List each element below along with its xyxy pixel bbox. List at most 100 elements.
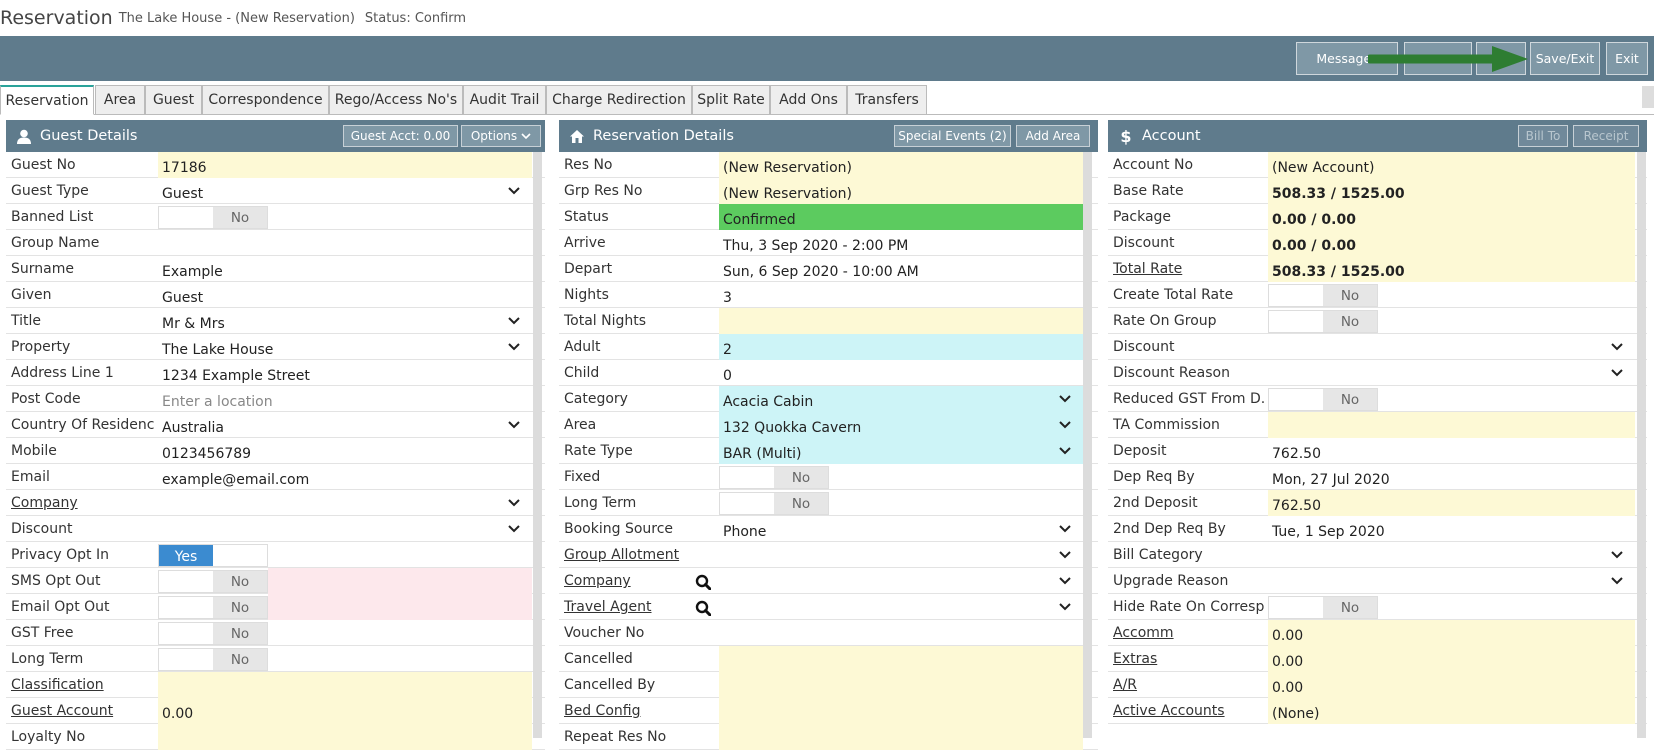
select-field[interactable]: BAR (Multi) (719, 438, 1083, 464)
toggle-on-side[interactable] (1269, 285, 1323, 306)
toggle-on-side[interactable] (159, 207, 213, 228)
input-field[interactable]: 0.00 (1268, 620, 1635, 646)
reservation-scrollbar[interactable] (1083, 152, 1092, 738)
field-label[interactable]: Total Rate (1108, 256, 1264, 282)
chevron-down-icon[interactable] (1059, 524, 1071, 534)
search-icon[interactable] (695, 574, 711, 590)
toggle-on-side[interactable] (159, 571, 213, 592)
toggle-on-side[interactable]: Yes (159, 545, 213, 566)
tab-area[interactable]: Area (95, 85, 145, 115)
chevron-down-icon[interactable] (508, 498, 520, 508)
toggle-off-side[interactable]: No (213, 571, 267, 592)
input-field[interactable]: 0.00 / 0.00 (1268, 230, 1635, 256)
chevron-down-icon[interactable] (1059, 576, 1071, 586)
field-label[interactable]: Guest Account (6, 698, 154, 724)
receipt-button[interactable]: Receipt (1573, 125, 1639, 147)
toggle-switch[interactable]: No (1268, 310, 1378, 333)
input-field[interactable]: 0.00 (158, 698, 532, 724)
input-field[interactable]: 2 (719, 334, 1083, 360)
toggle-off-side[interactable]: No (774, 467, 828, 488)
tab-add-ons[interactable]: Add Ons (770, 85, 847, 115)
input-field[interactable]: (New Reservation) (719, 152, 1083, 178)
input-field[interactable]: 508.33 / 1525.00 (1268, 256, 1635, 282)
chevron-down-icon[interactable] (508, 420, 520, 430)
tab-guest[interactable]: Guest (145, 85, 202, 115)
toggle-off-side[interactable]: No (213, 597, 267, 618)
select-field[interactable] (719, 568, 1083, 594)
input-field[interactable] (719, 646, 1083, 672)
toggle-switch[interactable]: Yes (158, 544, 268, 567)
toggle-off-side[interactable]: No (1323, 311, 1377, 332)
toggle-off-side[interactable]: No (1323, 285, 1377, 306)
input-field[interactable]: Tue, 1 Sep 2020 (1268, 516, 1635, 542)
toggle-off-side[interactable]: No (1323, 389, 1377, 410)
input-field[interactable]: Enter a location (158, 386, 532, 412)
input-field[interactable] (158, 672, 532, 698)
toggle-on-side[interactable] (720, 493, 774, 514)
select-field[interactable] (158, 516, 532, 542)
guest-scrollbar[interactable] (533, 152, 542, 738)
chevron-down-icon[interactable] (1611, 576, 1623, 586)
input-field[interactable]: 0.00 (1268, 672, 1635, 698)
toggle-on-side[interactable] (1269, 389, 1323, 410)
tab-reservation[interactable]: Reservation (0, 85, 94, 115)
chevron-down-icon[interactable] (1611, 550, 1623, 560)
select-field[interactable] (1268, 568, 1635, 594)
input-field[interactable]: Mon, 27 Jul 2020 (1268, 464, 1635, 490)
input-field[interactable] (719, 724, 1083, 750)
select-field[interactable]: Australia (158, 412, 532, 438)
toggle-on-side[interactable] (720, 467, 774, 488)
toggle-switch[interactable]: No (158, 648, 268, 671)
toggle-off-side[interactable]: No (213, 207, 267, 228)
input-field[interactable] (158, 230, 532, 256)
toggle-on-side[interactable] (1269, 311, 1323, 332)
toggle-on-side[interactable] (159, 649, 213, 670)
tab-transfers[interactable]: Transfers (847, 85, 927, 115)
select-field[interactable] (719, 594, 1083, 620)
select-field[interactable]: Guest (158, 178, 532, 204)
search-icon[interactable] (695, 600, 711, 616)
field-label[interactable]: Active Accounts (1108, 698, 1264, 724)
chevron-down-icon[interactable] (508, 316, 520, 326)
input-field[interactable] (1268, 412, 1635, 438)
chevron-down-icon[interactable] (508, 186, 520, 196)
input-field[interactable]: (None) (1268, 698, 1635, 724)
field-label[interactable]: Group Allotment (559, 542, 715, 568)
select-field[interactable] (1268, 334, 1635, 360)
select-field[interactable]: The Lake House (158, 334, 532, 360)
input-field[interactable] (719, 672, 1083, 698)
guest-account-button[interactable]: Guest Acct: 0.00 (343, 125, 458, 147)
chevron-down-icon[interactable] (1059, 550, 1071, 560)
input-field[interactable]: Guest (158, 282, 532, 308)
toggle-on-side[interactable] (159, 623, 213, 644)
toggle-switch[interactable]: No (719, 466, 829, 489)
tab-split-rate[interactable]: Split Rate (692, 85, 770, 115)
special-events-button[interactable]: Special Events (2) (894, 125, 1011, 147)
input-field[interactable]: 508.33 / 1525.00 (1268, 178, 1635, 204)
toggle-switch[interactable]: No (158, 596, 268, 619)
input-field[interactable]: 0123456789 (158, 438, 532, 464)
input-field[interactable] (719, 698, 1083, 724)
select-field[interactable] (1268, 360, 1635, 386)
tab-charge-redirection[interactable]: Charge Redirection (546, 85, 692, 115)
toggle-off-side[interactable] (213, 545, 267, 566)
input-field[interactable]: (New Account) (1268, 152, 1635, 178)
select-field[interactable]: Phone (719, 516, 1083, 542)
field-label[interactable]: A/R (1108, 672, 1264, 698)
input-field[interactable]: (New Reservation) (719, 178, 1083, 204)
tab-correspondence[interactable]: Correspondence (202, 85, 329, 115)
toggle-on-side[interactable] (159, 597, 213, 618)
input-field[interactable]: Confirmed (719, 204, 1083, 230)
input-field[interactable]: Thu, 3 Sep 2020 - 2:00 PM (719, 230, 1083, 256)
input-field[interactable]: 3 (719, 282, 1083, 308)
tab-audit-trail[interactable]: Audit Trail (463, 85, 546, 115)
field-label[interactable]: Travel Agent (559, 594, 715, 620)
chevron-down-icon[interactable] (1611, 342, 1623, 352)
field-label[interactable]: Extras (1108, 646, 1264, 672)
chevron-down-icon[interactable] (508, 524, 520, 534)
input-field[interactable] (158, 724, 532, 750)
toggle-switch[interactable]: No (1268, 284, 1378, 307)
input-field[interactable]: 1234 Example Street (158, 360, 532, 386)
save-exit-button[interactable]: Save/Exit (1530, 42, 1600, 75)
add-area-button[interactable]: Add Area (1016, 125, 1090, 147)
